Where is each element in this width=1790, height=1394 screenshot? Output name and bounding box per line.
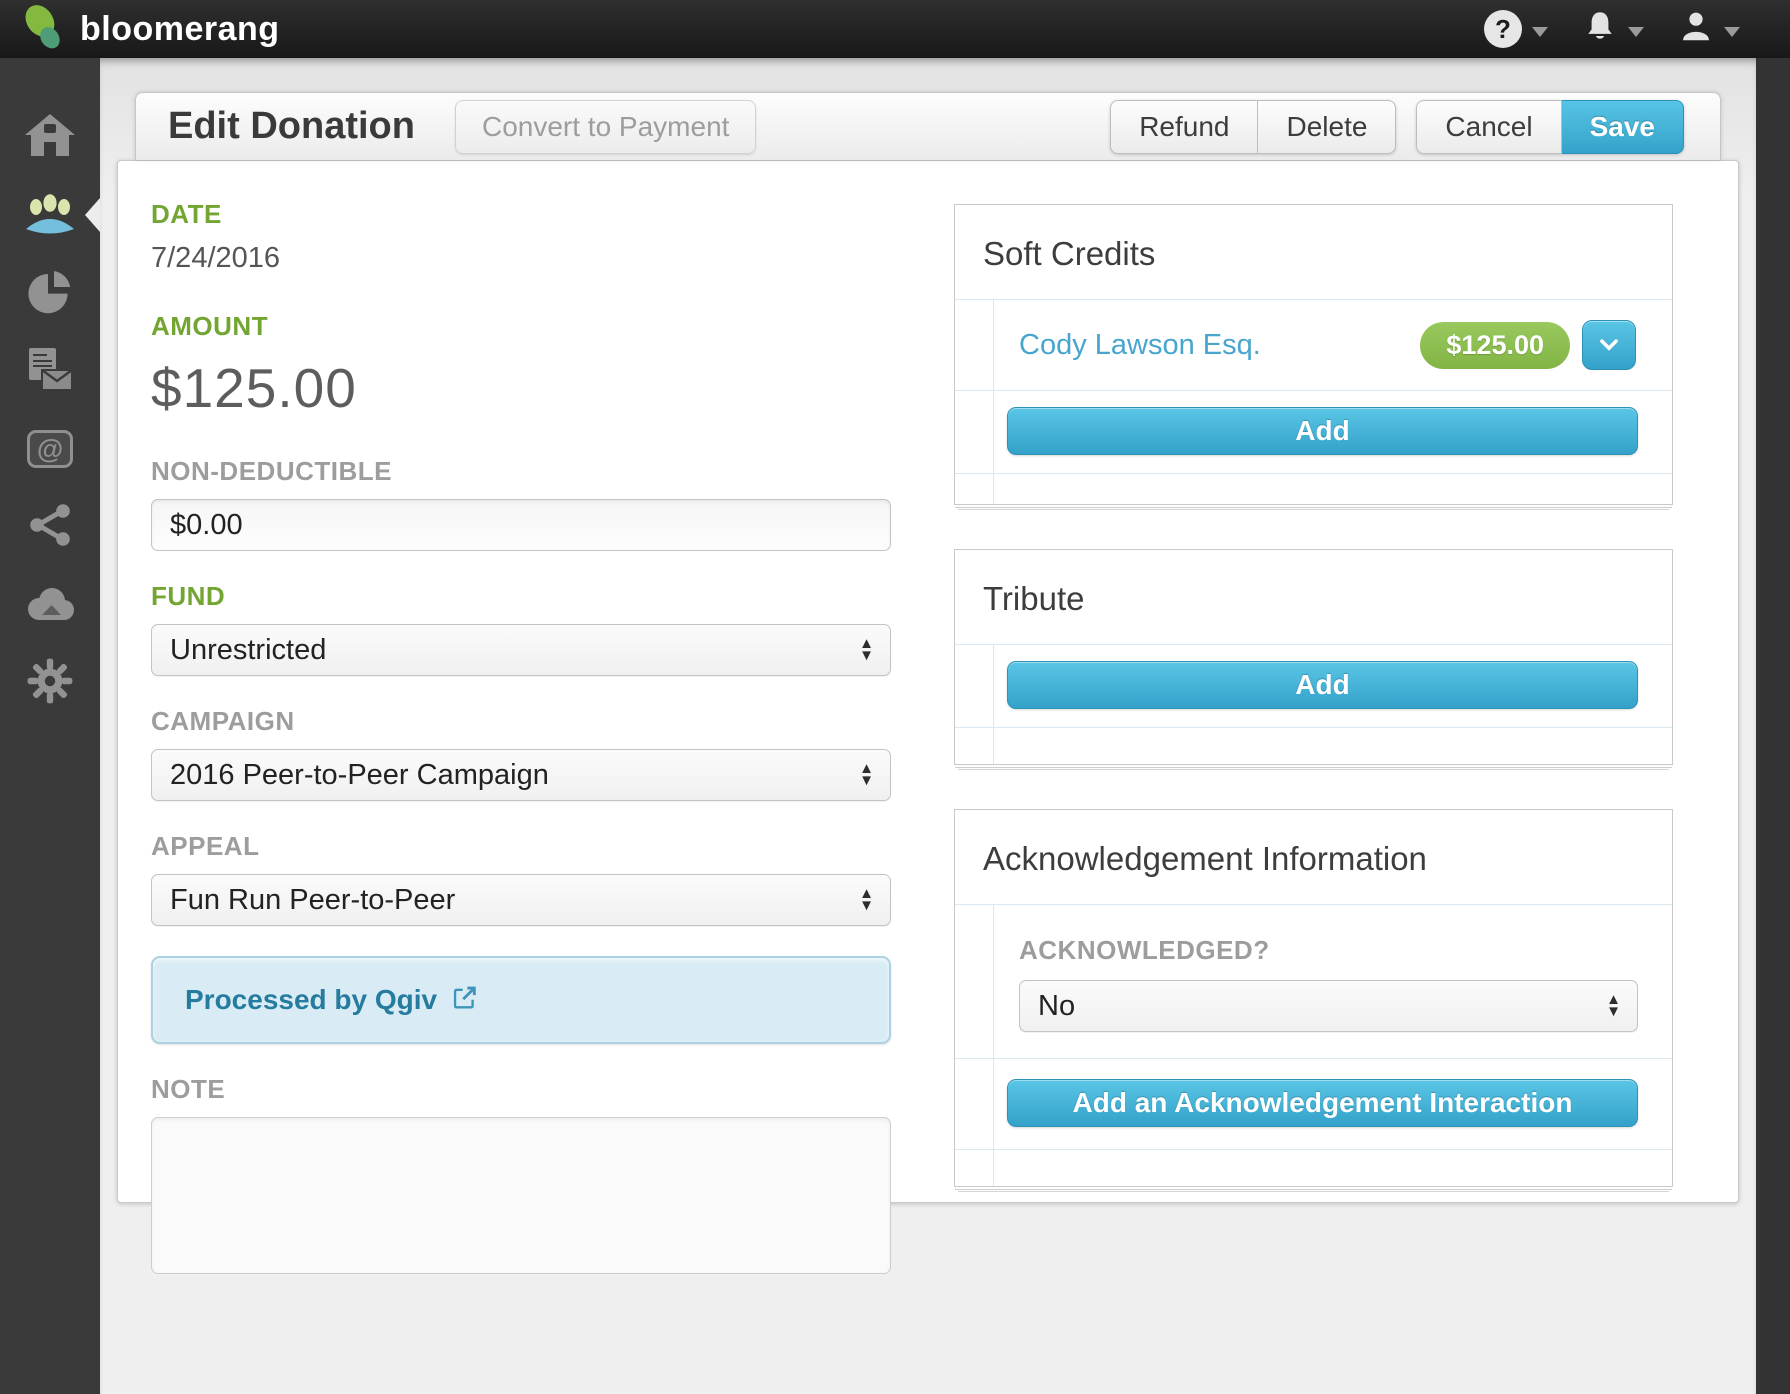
acknowledgement-title: Acknowledgement Information: [955, 810, 1672, 904]
acknowledged-select[interactable]: No ▲▼: [1019, 980, 1638, 1032]
chevron-down-icon: [1532, 27, 1548, 37]
non-deductible-label: NON-DEDUCTIBLE: [151, 456, 891, 487]
sidebar-item-letters[interactable]: [0, 332, 100, 410]
soft-credit-expand-button[interactable]: [1582, 320, 1636, 370]
sidebar-item-settings[interactable]: [0, 644, 100, 722]
sidebar-nav: @: [0, 58, 100, 1394]
soft-credit-row: Cody Lawson Esq. $125.00: [955, 300, 1672, 391]
refund-button[interactable]: Refund: [1110, 100, 1258, 154]
at-icon: @: [27, 430, 73, 468]
user-icon: [1678, 9, 1714, 50]
tribute-title: Tribute: [955, 550, 1672, 644]
page-title: Edit Donation: [168, 105, 415, 148]
processed-by-qgiv-label: Processed by Qgiv: [185, 984, 437, 1016]
amount-label: AMOUNT: [151, 311, 891, 342]
appeal-selected-value: Fun Run Peer-to-Peer: [170, 884, 455, 917]
fund-label: FUND: [151, 581, 891, 612]
delete-button[interactable]: Delete: [1258, 100, 1396, 154]
note-textarea[interactable]: [151, 1117, 891, 1274]
gear-icon: [26, 657, 74, 710]
amount-value: $125.00: [151, 356, 891, 420]
date-label: DATE: [151, 199, 891, 230]
panel-empty-row: [955, 1150, 1672, 1186]
convert-to-payment-button[interactable]: Convert to Payment: [455, 100, 756, 154]
home-icon: [23, 111, 77, 164]
add-acknowledgement-interaction-button[interactable]: Add an Acknowledgement Interaction: [1007, 1079, 1638, 1127]
tribute-add-row: Add: [955, 645, 1672, 728]
help-menu[interactable]: ?: [1484, 10, 1548, 48]
fund-selected-value: Unrestricted: [170, 634, 326, 667]
cancel-button[interactable]: Cancel: [1416, 100, 1561, 154]
refund-delete-button-group: Refund Delete: [1110, 100, 1396, 154]
date-value: 7/24/2016: [151, 242, 891, 275]
chevron-down-icon: [1600, 339, 1618, 351]
campaign-selected-value: 2016 Peer-to-Peer Campaign: [170, 759, 549, 792]
bell-icon: [1582, 9, 1618, 50]
topbar: bloomerang ?: [0, 0, 1790, 58]
panel-empty-row: [955, 474, 1672, 504]
save-button[interactable]: Save: [1562, 100, 1684, 154]
tribute-panel: Tribute Add: [954, 549, 1673, 765]
fund-select[interactable]: Unrestricted ▲▼: [151, 624, 891, 676]
soft-credit-constituent-link[interactable]: Cody Lawson Esq.: [1019, 329, 1261, 362]
notifications-menu[interactable]: [1582, 9, 1644, 50]
sidebar-item-home[interactable]: [0, 98, 100, 176]
campaign-select[interactable]: 2016 Peer-to-Peer Campaign ▲▼: [151, 749, 891, 801]
acknowledged-label: ACKNOWLEDGED?: [1019, 935, 1638, 966]
brand-name: bloomerang: [80, 10, 280, 49]
page-background: Edit Donation Convert to Payment Refund …: [100, 58, 1756, 1394]
sidebar-item-constituents[interactable]: [0, 176, 100, 254]
acknowledged-selected-value: No: [1038, 990, 1075, 1023]
add-tribute-button[interactable]: Add: [1007, 661, 1638, 709]
sidebar-item-import[interactable]: [0, 566, 100, 644]
note-label: NOTE: [151, 1074, 891, 1105]
soft-credits-title: Soft Credits: [955, 205, 1672, 299]
acknowledgement-panel: Acknowledgement Information ACKNOWLEDGED…: [954, 809, 1673, 1187]
share-icon: [26, 501, 74, 554]
letters-envelope-icon: [23, 345, 77, 398]
soft-credits-panel: Soft Credits Cody Lawson Esq. $125.00: [954, 204, 1673, 505]
appeal-select[interactable]: Fun Run Peer-to-Peer ▲▼: [151, 874, 891, 926]
select-stepper-icon: ▲▼: [859, 888, 874, 912]
sidebar-item-email[interactable]: @: [0, 410, 100, 488]
cancel-save-button-group: Cancel Save: [1416, 100, 1684, 154]
add-soft-credit-button[interactable]: Add: [1007, 407, 1638, 455]
account-menu[interactable]: [1678, 9, 1740, 50]
select-stepper-icon: ▲▼: [1606, 994, 1621, 1018]
non-deductible-input[interactable]: [151, 499, 891, 551]
appeal-label: APPEAL: [151, 831, 891, 862]
sidebar-item-reports[interactable]: [0, 254, 100, 332]
acknowledged-row: ACKNOWLEDGED? No ▲▼: [955, 905, 1672, 1059]
campaign-label: CAMPAIGN: [151, 706, 891, 737]
sidebar-item-social[interactable]: [0, 488, 100, 566]
pie-chart-icon: [25, 267, 75, 320]
donation-form: DATE 7/24/2016 AMOUNT $125.00 NON-DEDUCT…: [151, 199, 891, 1279]
soft-credit-amount-badge: $125.00: [1420, 322, 1570, 369]
chevron-down-icon: [1628, 27, 1644, 37]
people-icon: [21, 190, 79, 241]
help-icon: ?: [1484, 10, 1522, 48]
external-link-icon: [451, 984, 479, 1017]
soft-credit-add-row: Add: [955, 391, 1672, 474]
bloomerang-leaf-icon: [20, 2, 66, 57]
processed-by-qgiv-link[interactable]: Processed by Qgiv: [151, 956, 891, 1044]
acknowledgement-add-row: Add an Acknowledgement Interaction: [955, 1059, 1672, 1150]
panel-empty-row: [955, 728, 1672, 764]
right-panels: Soft Credits Cody Lawson Esq. $125.00: [954, 204, 1673, 1231]
chevron-down-icon: [1724, 27, 1740, 37]
brand-logo[interactable]: bloomerang: [20, 2, 280, 57]
select-stepper-icon: ▲▼: [859, 638, 874, 662]
edit-donation-header: Edit Donation Convert to Payment Refund …: [135, 92, 1721, 160]
cloud-upload-icon: [22, 582, 78, 629]
select-stepper-icon: ▲▼: [859, 763, 874, 787]
donation-form-card: DATE 7/24/2016 AMOUNT $125.00 NON-DEDUCT…: [117, 160, 1739, 1203]
